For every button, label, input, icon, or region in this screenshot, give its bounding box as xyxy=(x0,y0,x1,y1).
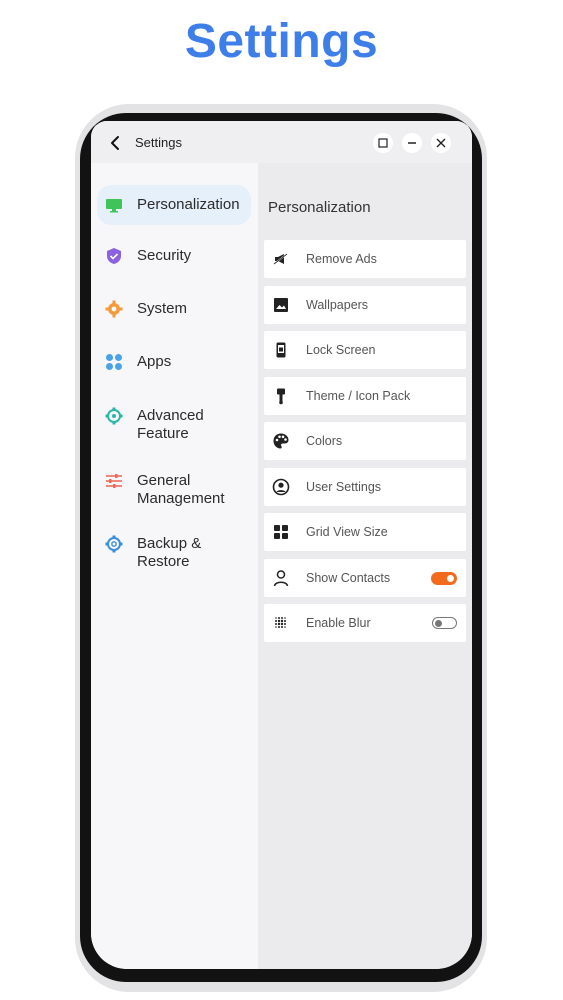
square-icon xyxy=(378,138,388,148)
blur-icon xyxy=(275,617,286,628)
backup-gear-icon xyxy=(105,535,123,553)
person-icon xyxy=(273,570,289,587)
apps-grid-icon xyxy=(106,354,122,370)
sidebar: Personalization Security System Apps Adv… xyxy=(91,163,258,969)
phone-lock-icon xyxy=(276,342,286,358)
settings-row-grid-view-size[interactable]: Grid View Size xyxy=(264,513,466,551)
grid-icon xyxy=(274,525,288,539)
show-contacts-toggle[interactable] xyxy=(431,572,457,585)
sliders-icon xyxy=(106,474,122,488)
shield-icon xyxy=(107,248,121,264)
sidebar-item-label: Apps xyxy=(137,353,172,370)
settings-row-remove-ads[interactable]: Remove Ads xyxy=(264,240,466,278)
enable-blur-toggle[interactable] xyxy=(432,617,457,629)
row-label: Wallpapers xyxy=(306,298,369,312)
content-pane: Personalization Remove Ads Wallpapers Lo xyxy=(258,163,472,969)
row-label: Colors xyxy=(306,434,343,448)
row-label: Lock Screen xyxy=(306,343,376,357)
settings-row-enable-blur[interactable]: Enable Blur xyxy=(264,604,466,642)
sidebar-item-label: Personalization xyxy=(137,196,240,213)
gear-icon xyxy=(105,300,123,318)
sidebar-item-label: Feature xyxy=(137,425,189,442)
monitor-icon xyxy=(106,199,122,213)
sidebar-item-backup-restore[interactable]: Backup & Restore xyxy=(97,533,251,573)
sidebar-item-general-management[interactable]: General Management xyxy=(97,470,251,510)
window-title: Settings xyxy=(135,135,182,150)
brush-icon xyxy=(277,388,285,405)
sidebar-item-advanced-feature[interactable]: Advanced Feature xyxy=(97,405,251,445)
sidebar-item-label: System xyxy=(137,300,188,317)
palette-icon xyxy=(273,433,289,449)
settings-row-user-settings[interactable]: User Settings xyxy=(264,468,466,506)
megaphone-icon xyxy=(273,253,288,265)
row-label: Grid View Size xyxy=(306,525,388,539)
close-button[interactable] xyxy=(431,133,451,153)
sidebar-item-label: Restore xyxy=(137,553,190,570)
settings-row-lock-screen[interactable]: Lock Screen xyxy=(264,331,466,369)
section-title: Personalization xyxy=(268,199,371,216)
row-label: Enable Blur xyxy=(306,616,371,630)
title-bar: Settings xyxy=(91,121,472,163)
image-icon xyxy=(274,298,288,312)
settings-row-show-contacts[interactable]: Show Contacts xyxy=(264,559,466,597)
sidebar-item-personalization[interactable]: Personalization xyxy=(97,185,251,225)
hero-title: Settings xyxy=(184,15,379,68)
maximize-button[interactable] xyxy=(373,133,393,153)
sidebar-item-label: Management xyxy=(137,490,225,507)
settings-row-wallpapers[interactable]: Wallpapers xyxy=(264,286,466,324)
toggle-knob xyxy=(435,619,442,627)
row-label: Theme / Icon Pack xyxy=(306,389,411,403)
row-label: User Settings xyxy=(306,480,382,494)
toggle-knob xyxy=(447,575,454,582)
sidebar-item-label: General xyxy=(137,472,191,489)
phone-screen: Settings Personalization Security System… xyxy=(91,121,472,969)
row-label: Remove Ads xyxy=(306,252,377,266)
minimize-button[interactable] xyxy=(402,133,422,153)
close-icon xyxy=(436,138,446,148)
sidebar-item-label: Security xyxy=(137,247,192,264)
minus-icon xyxy=(408,142,416,144)
advanced-gear-icon xyxy=(105,407,123,425)
settings-row-colors[interactable]: Colors xyxy=(264,422,466,460)
sidebar-item-label: Advanced xyxy=(137,407,204,424)
chevron-left-icon xyxy=(111,136,119,150)
back-button[interactable] xyxy=(107,134,125,152)
row-label: Show Contacts xyxy=(306,571,391,585)
user-circle-icon xyxy=(272,478,290,496)
settings-row-theme-icon-pack[interactable]: Theme / Icon Pack xyxy=(264,377,466,415)
sidebar-item-label: Backup & xyxy=(137,535,202,552)
